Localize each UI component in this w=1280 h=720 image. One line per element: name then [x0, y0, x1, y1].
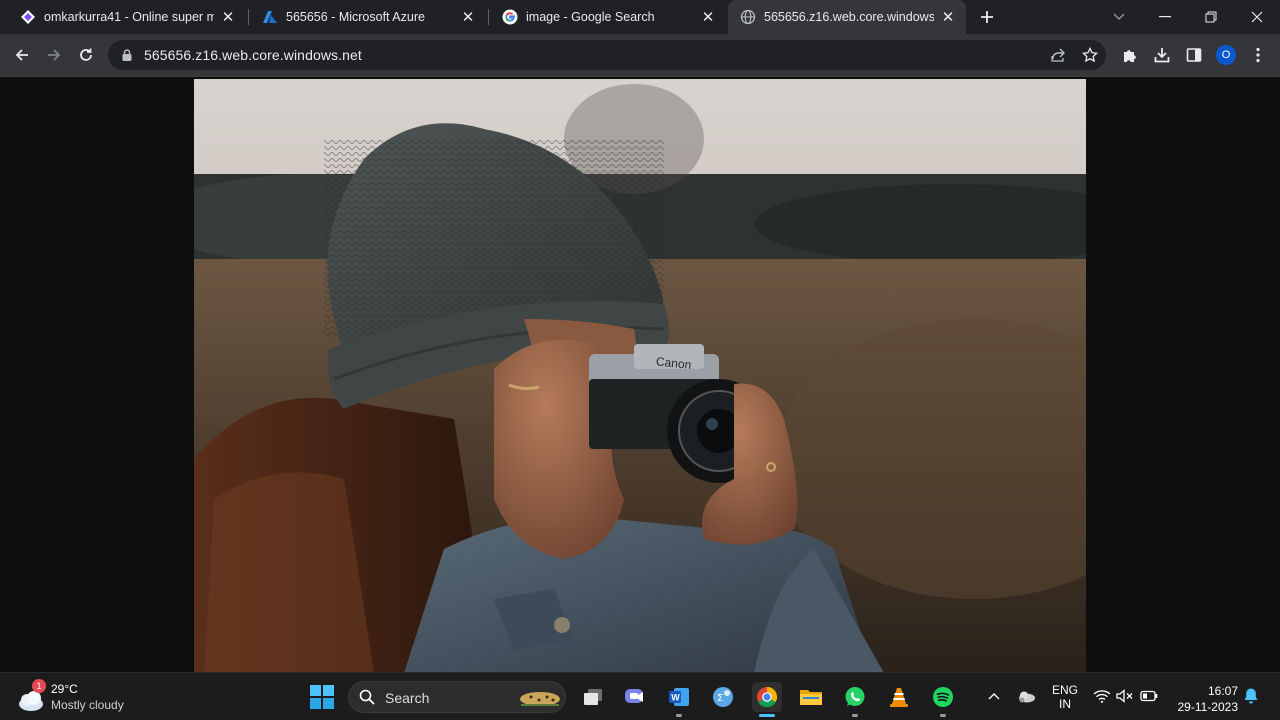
browser-toolbar: 565656.z16.web.core.windows.net O [0, 34, 1280, 76]
back-arrow-icon[interactable] [8, 41, 36, 69]
new-tab-icon[interactable] [976, 6, 998, 28]
notification-bell-icon[interactable] [1243, 687, 1261, 705]
tab-search-chevron-icon[interactable] [1096, 0, 1142, 34]
spotify-icon[interactable] [928, 682, 958, 717]
running-indicator [852, 714, 858, 717]
taskbar-search-box[interactable]: Search [348, 681, 566, 713]
vlc-icon[interactable] [884, 682, 914, 712]
photographer-with-camera-photo: Canon [194, 79, 1086, 673]
weather-temperature: 29°C [51, 682, 78, 696]
file-explorer-icon[interactable] [796, 682, 826, 712]
chrome-icon[interactable] [752, 682, 782, 717]
show-hidden-icons-chevron-icon[interactable] [983, 685, 1005, 707]
address-bar[interactable]: 565656.z16.web.core.windows.net [108, 40, 1106, 70]
tab-title: image - Google Search [526, 10, 655, 24]
tab-divider [488, 9, 489, 25]
tab-title: 565656 - Microsoft Azure [286, 10, 425, 24]
task-view-icon[interactable] [578, 682, 608, 712]
speaker-muted-icon[interactable] [1114, 685, 1136, 707]
whatsapp-icon[interactable] [840, 682, 870, 717]
search-label: Search [385, 690, 430, 706]
word-icon[interactable]: W [664, 682, 694, 717]
clock-time: 16:07 [1207, 684, 1238, 698]
minimize-icon[interactable] [1142, 0, 1188, 34]
tab-microsoft-azure[interactable]: 565656 - Microsoft Azure ✕ [250, 0, 486, 34]
browser-tab-strip: omkarkurra41 - Online super ma ✕ 565656 … [0, 0, 1280, 34]
bookmark-star-icon[interactable] [1080, 45, 1100, 65]
weather-notification-badge: 1 [32, 679, 46, 693]
azure-data-studio-icon[interactable]: Σ [708, 682, 738, 712]
web-page-viewport: Canon [0, 76, 1280, 673]
azure-icon [262, 9, 278, 25]
svg-text:W: W [671, 693, 680, 703]
tab-online-super-market[interactable]: omkarkurra41 - Online super ma ✕ [8, 0, 246, 34]
search-icon [359, 689, 375, 705]
onedrive-cloud-icon[interactable] [1015, 685, 1037, 707]
weather-condition: Mostly cloudy [51, 698, 124, 712]
running-indicator [676, 714, 682, 717]
diamond-app-icon [20, 9, 36, 25]
close-tab-icon[interactable]: ✕ [700, 9, 716, 26]
input-language-indicator[interactable]: ENG IN [1050, 683, 1080, 711]
teams-icon[interactable] [620, 682, 650, 712]
search-highlight-leopard-icon [520, 692, 560, 706]
share-icon[interactable] [1048, 45, 1068, 65]
weather-widget[interactable]: 1 29°C Mostly cloudy [16, 679, 156, 715]
download-icon[interactable] [1148, 41, 1176, 69]
reload-icon[interactable] [72, 41, 100, 69]
globe-icon [740, 9, 756, 25]
more-menu-icon[interactable] [1244, 41, 1272, 69]
close-tab-icon[interactable]: ✕ [460, 9, 476, 26]
running-indicator [940, 714, 946, 717]
system-clock[interactable]: 16:07 29-11-2023 [1168, 683, 1239, 715]
clock-date: 29-11-2023 [1177, 700, 1239, 714]
lock-icon[interactable] [120, 48, 134, 62]
side-panel-icon[interactable] [1180, 41, 1208, 69]
close-tab-icon[interactable]: ✕ [220, 9, 236, 26]
language-code: ENG [1051, 683, 1078, 697]
extensions-puzzle-icon[interactable] [1116, 41, 1144, 69]
profile-avatar[interactable]: O [1216, 45, 1236, 65]
restore-window-icon[interactable] [1188, 0, 1234, 34]
close-window-icon[interactable] [1234, 0, 1280, 34]
google-icon [502, 9, 518, 25]
url-text: 565656.z16.web.core.windows.net [144, 47, 362, 63]
close-tab-icon[interactable]: ✕ [940, 9, 956, 26]
forward-arrow-icon[interactable] [40, 41, 68, 69]
region-code: IN [1059, 697, 1071, 711]
battery-icon[interactable] [1138, 685, 1160, 707]
tab-divider [248, 9, 249, 25]
tab-google-search[interactable]: image - Google Search ✕ [490, 0, 726, 34]
windows-taskbar: 1 29°C Mostly cloudy Search W Σ ENG IN 1… [0, 672, 1280, 720]
svg-text:Σ: Σ [717, 693, 723, 704]
windows-start-icon[interactable] [310, 685, 334, 709]
wifi-icon[interactable] [1091, 685, 1113, 707]
tab-title: 565656.z16.web.core.windows.ne [764, 10, 934, 24]
tab-title: omkarkurra41 - Online super ma [44, 10, 214, 24]
tab-web-core-windows[interactable]: 565656.z16.web.core.windows.ne ✕ [728, 0, 966, 34]
active-app-indicator [759, 714, 775, 717]
